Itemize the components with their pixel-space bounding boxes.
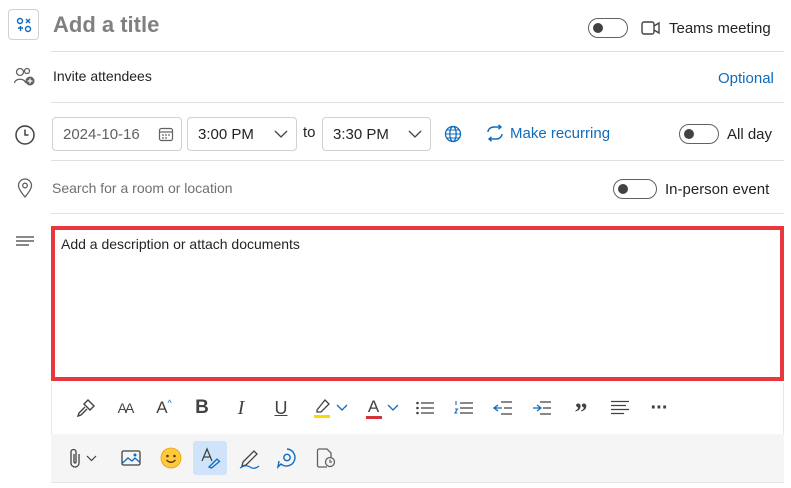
underline-icon: U	[274, 397, 288, 418]
repeat-icon	[487, 124, 503, 142]
font-size-icon: AA	[117, 400, 135, 416]
align-button[interactable]	[606, 394, 634, 422]
more-icon: ···	[650, 396, 669, 419]
to-label: to	[303, 124, 316, 141]
event-type-button[interactable]	[8, 9, 39, 40]
scheduling-button[interactable]	[311, 443, 341, 473]
chevron-down-icon	[336, 404, 348, 411]
description-editor[interactable]: Add a description or attach documents	[51, 226, 784, 381]
chevron-down-icon	[387, 404, 398, 411]
format-painter-icon	[76, 399, 95, 418]
make-recurring-button[interactable]: Make recurring	[485, 124, 610, 142]
loop-button[interactable]	[272, 443, 302, 473]
italic-button[interactable]: I	[227, 394, 255, 422]
video-camera-icon	[641, 21, 660, 35]
end-time-value: 3:30 PM	[333, 125, 389, 143]
emoji-icon	[160, 447, 182, 469]
date-value: 2024-10-16	[63, 125, 140, 143]
format-painter-button[interactable]	[72, 394, 100, 422]
underline-button[interactable]: U	[267, 394, 295, 422]
people-add-icon	[14, 67, 35, 86]
signature-icon	[239, 450, 260, 469]
quote-icon: ”	[574, 398, 588, 427]
location-pin-icon	[17, 178, 33, 198]
all-day-toggle[interactable]	[679, 124, 719, 144]
bold-icon: B	[195, 397, 209, 418]
bullets-button[interactable]	[411, 394, 439, 422]
loop-icon	[276, 448, 296, 469]
chevron-down-icon	[86, 455, 96, 461]
in-person-label: In-person event	[665, 181, 770, 198]
chevron-down-icon	[408, 130, 422, 138]
editor-icon	[201, 447, 221, 469]
calendar-icon	[158, 127, 174, 142]
image-icon	[121, 450, 141, 466]
optional-attendees-link[interactable]: Optional	[718, 70, 774, 87]
font-color-icon: A	[367, 396, 380, 416]
text-align-icon	[16, 236, 34, 246]
clock-icon	[15, 125, 35, 145]
location-search-input[interactable]: Search for a room or location	[52, 180, 233, 196]
scheduling-icon	[316, 448, 336, 468]
invite-attendees-input[interactable]: Invite attendees	[53, 68, 152, 84]
divider	[51, 160, 784, 161]
grow-font-icon: A	[156, 398, 168, 417]
increase-indent-icon	[533, 401, 551, 415]
date-picker[interactable]: 2024-10-16	[52, 117, 182, 151]
increase-indent-button[interactable]	[528, 394, 556, 422]
align-icon	[611, 400, 629, 415]
divider	[51, 51, 784, 52]
start-time-select[interactable]: 3:00 PM	[187, 117, 297, 151]
emoji-button[interactable]	[156, 443, 186, 473]
decrease-indent-icon	[493, 401, 512, 415]
editor-button[interactable]	[193, 441, 227, 475]
all-day-label: All day	[727, 126, 773, 143]
make-recurring-label: Make recurring	[510, 124, 611, 142]
grow-font-button[interactable]: A ^	[150, 394, 178, 422]
teams-meeting-toggle[interactable]	[588, 18, 628, 38]
teams-meeting-label: Teams meeting	[669, 20, 771, 37]
more-options-button[interactable]: ···	[645, 394, 673, 422]
end-time-select[interactable]: 3:30 PM	[322, 117, 431, 151]
divider	[51, 102, 784, 103]
start-time-value: 3:00 PM	[198, 125, 254, 143]
event-type-icon	[16, 17, 31, 32]
font-color-button[interactable]: A	[360, 394, 404, 422]
insert-image-button[interactable]	[116, 443, 146, 473]
attach-icon	[69, 448, 80, 468]
decrease-indent-button[interactable]	[489, 394, 517, 422]
quote-button[interactable]: ”	[567, 394, 595, 427]
title-input[interactable]: Add a title	[53, 12, 159, 38]
numbering-button[interactable]	[450, 394, 478, 422]
italic-icon: I	[237, 396, 245, 419]
font-size-button[interactable]: AA	[111, 394, 139, 422]
description-placeholder: Add a description or attach documents	[61, 236, 300, 252]
bullets-icon	[416, 401, 434, 415]
in-person-toggle[interactable]	[613, 179, 657, 199]
time-zone-globe-icon[interactable]	[444, 125, 462, 143]
signature-button[interactable]	[234, 443, 264, 473]
bold-button[interactable]: B	[188, 394, 216, 422]
divider	[51, 213, 784, 214]
attach-button[interactable]	[62, 443, 102, 473]
highlight-icon	[314, 399, 330, 418]
highlight-button[interactable]	[308, 394, 352, 422]
numbering-icon	[454, 401, 473, 414]
chevron-down-icon	[274, 130, 288, 138]
